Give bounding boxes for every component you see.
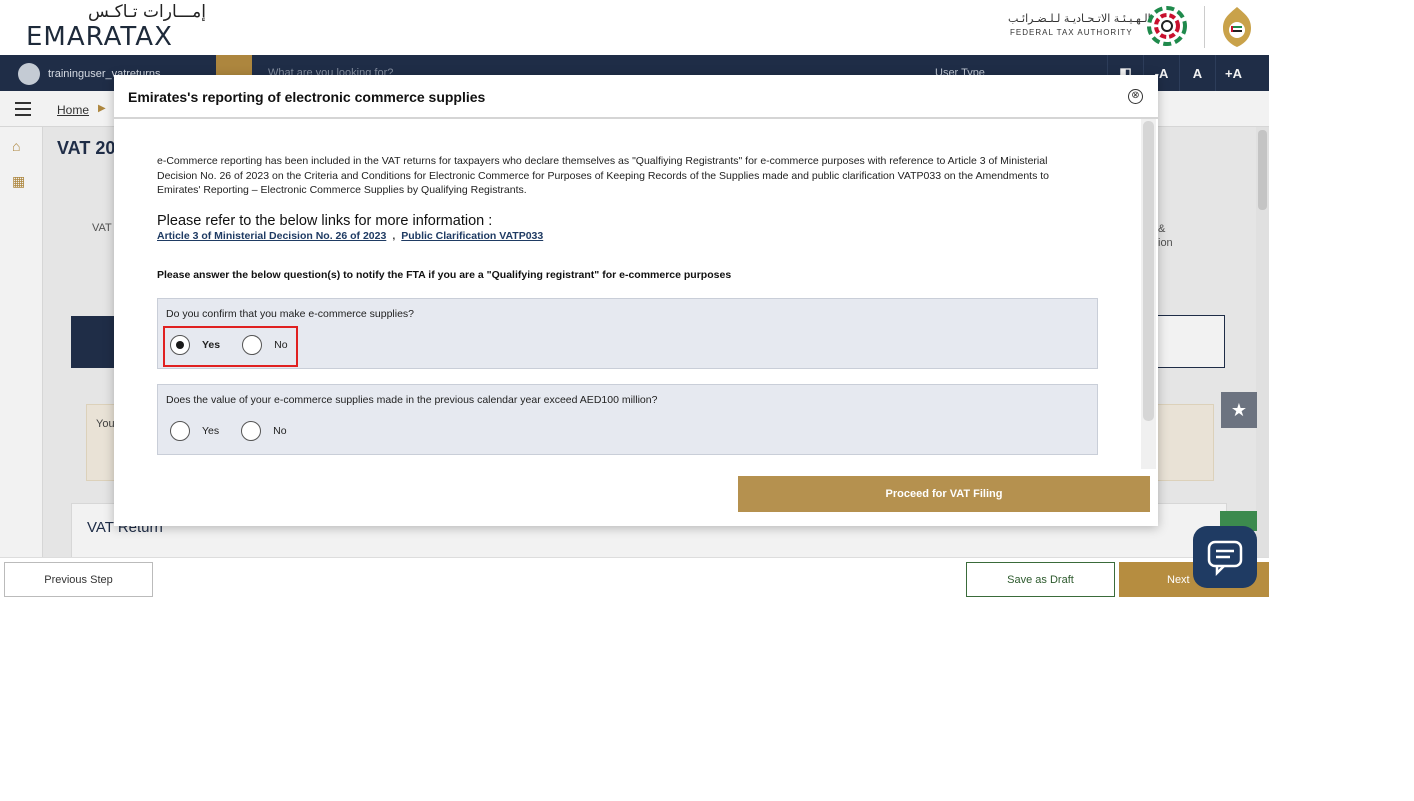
top-header: إمـــارات تـاكـس EMARATAX الـهـيـئـة الا… <box>0 0 1269 55</box>
radio-yes[interactable] <box>170 335 190 355</box>
header-divider <box>1204 6 1205 48</box>
radio-no-label[interactable]: No <box>274 339 287 351</box>
radio-yes-label[interactable]: Yes <box>202 425 219 437</box>
modal-scrollbar-thumb[interactable] <box>1143 121 1154 421</box>
app-window: إمـــارات تـاكـس EMARATAX الـهـيـئـة الا… <box>0 0 1269 600</box>
radio-no-label[interactable]: No <box>273 425 286 437</box>
modal-body: e-Commerce reporting has been included i… <box>114 119 1141 469</box>
question-instructions: Please answer the below question(s) to n… <box>157 269 732 281</box>
close-icon[interactable]: ⊗ <box>1128 89 1143 104</box>
logo-english[interactable]: EMARATAX <box>26 22 173 52</box>
radio-group-1: Yes No <box>170 335 310 355</box>
question-text: Does the value of your e-commerce suppli… <box>166 394 658 406</box>
radio-selected-dot <box>176 341 184 349</box>
reference-links: Article 3 of Ministerial Decision No. 26… <box>157 230 543 242</box>
chat-bubble-icon <box>1207 540 1243 576</box>
modal-header: Emirates's reporting of electronic comme… <box>114 75 1158 119</box>
radio-yes[interactable] <box>170 421 190 441</box>
fta-name-english: FEDERAL TAX AUTHORITY <box>1010 28 1133 37</box>
links-heading: Please refer to the below links for more… <box>157 213 493 229</box>
question-card-1: Do you confirm that you make e-commerce … <box>157 298 1098 369</box>
radio-no[interactable] <box>242 335 263 355</box>
fta-logo-icon <box>1147 6 1187 46</box>
question-card-2: Does the value of your e-commerce suppli… <box>157 384 1098 455</box>
footer-actions: Previous Step Save as Draft Next <box>0 557 1269 600</box>
radio-yes-label[interactable]: Yes <box>202 339 220 351</box>
previous-step-button[interactable]: Previous Step <box>4 562 153 597</box>
modal-title: Emirates's reporting of electronic comme… <box>128 89 486 105</box>
public-clarification-link[interactable]: Public Clarification VATP033 <box>401 230 543 242</box>
intro-paragraph: e-Commerce reporting has been included i… <box>157 155 1050 196</box>
ecommerce-modal: Emirates's reporting of electronic comme… <box>114 75 1158 526</box>
question-text: Do you confirm that you make e-commerce … <box>166 308 415 320</box>
logo-arabic: إمـــارات تـاكـس <box>88 2 206 22</box>
radio-group-2: Yes No <box>170 421 309 441</box>
proceed-vat-filing-button[interactable]: Proceed for VAT Filing <box>738 476 1150 512</box>
star-icon[interactable]: ★ <box>1221 392 1257 428</box>
uae-emblem-icon <box>1223 7 1251 47</box>
radio-no[interactable] <box>241 421 262 441</box>
save-draft-button[interactable]: Save as Draft <box>966 562 1115 597</box>
link-separator: , <box>392 230 396 242</box>
ministerial-decision-link[interactable]: Article 3 of Ministerial Decision No. 26… <box>157 230 386 242</box>
chat-icon[interactable] <box>1193 526 1257 588</box>
fta-name-arabic: الـهـيـئـة الاتـحـاديـة لـلـضـرائـب <box>1008 12 1151 25</box>
